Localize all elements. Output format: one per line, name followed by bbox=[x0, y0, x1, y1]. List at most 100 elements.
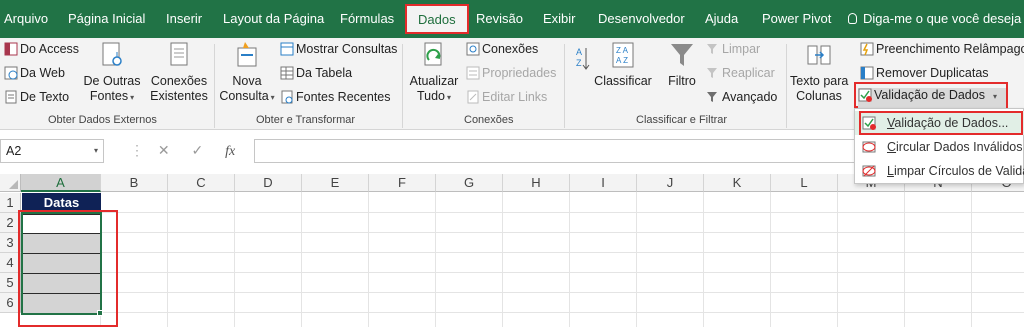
new-query-button[interactable]: Nova Consulta ▾ bbox=[218, 40, 276, 105]
column-header-j[interactable]: J bbox=[637, 174, 704, 192]
column-header-l[interactable]: L bbox=[771, 174, 838, 192]
flash-fill-button[interactable]: Preenchimento Relâmpago bbox=[860, 42, 1024, 56]
tell-me-box[interactable]: Diga-me o que você deseja bbox=[848, 0, 1021, 38]
clear-filter-button[interactable]: Limpar bbox=[706, 42, 760, 56]
advanced-filter-button[interactable]: Avançado bbox=[706, 90, 777, 104]
new-query-label-1: Nova bbox=[232, 74, 262, 88]
data-validation-label: Validação de Dados bbox=[874, 88, 985, 102]
grid-line-horizontal bbox=[21, 212, 1024, 213]
filter-funnel-icon bbox=[671, 44, 693, 66]
tab-ajuda[interactable]: Ajuda bbox=[705, 0, 738, 38]
data-validation-button[interactable]: Validação de Dados ▾ bbox=[858, 88, 1006, 108]
other-sources-icon bbox=[102, 42, 122, 66]
properties-button[interactable]: Propriedades bbox=[466, 66, 556, 80]
reapply-button[interactable]: Reaplicar bbox=[706, 66, 775, 80]
existing-connections-label-2: Existentes bbox=[150, 89, 208, 103]
group-divider bbox=[214, 44, 215, 128]
recent-sources-button[interactable]: Fontes Recentes bbox=[280, 90, 391, 104]
column-header-b[interactable]: B bbox=[101, 174, 168, 192]
menu-item-circle-invalid[interactable]: Circular Dados Inválidos bbox=[855, 135, 1024, 159]
fx-icon[interactable]: fx bbox=[225, 144, 235, 159]
edit-links-button[interactable]: Editar Links bbox=[466, 90, 547, 104]
menu-item-clear-circles[interactable]: Limpar Círculos de Validação bbox=[855, 159, 1024, 183]
filter-button[interactable]: Filtro bbox=[662, 40, 702, 89]
from-web-button[interactable]: Da Web bbox=[4, 66, 65, 80]
existing-connections-label-1: Conexões bbox=[150, 74, 208, 88]
clear-filter-label: Limpar bbox=[722, 42, 761, 56]
tab-pagina-inicial[interactable]: Página Inicial bbox=[68, 0, 145, 38]
existing-connections-button[interactable]: Conexões Existentes bbox=[148, 40, 210, 104]
select-all-corner[interactable] bbox=[0, 174, 21, 192]
table-icon bbox=[280, 66, 294, 80]
svg-text:A: A bbox=[576, 47, 582, 57]
reapply-label: Reaplicar bbox=[722, 66, 775, 80]
reapply-icon bbox=[707, 68, 717, 78]
other-sources-label-1: De Outras bbox=[83, 74, 141, 88]
name-box[interactable]: A2 ▾ bbox=[0, 139, 104, 163]
svg-text:Z A: Z A bbox=[616, 46, 629, 55]
new-query-icon bbox=[237, 42, 257, 67]
column-header-c[interactable]: C bbox=[168, 174, 235, 192]
tab-layout-da-pagina[interactable]: Layout da Página bbox=[223, 0, 324, 38]
group-divider bbox=[786, 44, 787, 128]
column-header-h[interactable]: H bbox=[503, 174, 570, 192]
menu-item-label: impar Círculos de Validação bbox=[893, 164, 1024, 178]
column-header-f[interactable]: F bbox=[369, 174, 436, 192]
advanced-filter-icon bbox=[707, 92, 717, 102]
remove-duplicates-icon bbox=[860, 66, 874, 80]
tab-formulas[interactable]: Fórmulas bbox=[340, 0, 394, 38]
column-header-g[interactable]: G bbox=[436, 174, 503, 192]
tab-desenvolvedor[interactable]: Desenvolvedor bbox=[598, 0, 685, 38]
new-query-label-2: Consulta bbox=[219, 89, 269, 103]
enter-check-icon[interactable]: ✓ bbox=[192, 142, 204, 158]
refresh-all-label-2: Tudo bbox=[416, 89, 445, 103]
from-table-button[interactable]: Da Tabela bbox=[280, 66, 352, 80]
tab-power-pivot[interactable]: Power Pivot bbox=[762, 0, 831, 38]
from-text-button[interactable]: De Texto bbox=[4, 90, 69, 104]
from-access-button[interactable]: Do Access bbox=[4, 42, 79, 56]
tab-inserir[interactable]: Inserir bbox=[166, 0, 202, 38]
clear-circles-icon bbox=[862, 165, 876, 177]
from-web-label: Da Web bbox=[20, 66, 65, 80]
properties-icon bbox=[466, 66, 480, 80]
recent-sources-label: Fontes Recentes bbox=[296, 90, 391, 104]
column-header-k[interactable]: K bbox=[704, 174, 771, 192]
column-header-a[interactable]: A bbox=[21, 174, 101, 192]
web-icon bbox=[4, 66, 18, 80]
column-header-e[interactable]: E bbox=[302, 174, 369, 192]
menu-item-highlight bbox=[859, 111, 1023, 135]
show-queries-button[interactable]: Mostrar Consultas bbox=[280, 42, 397, 56]
connections-button[interactable]: Conexões bbox=[466, 42, 538, 56]
column-header-d[interactable]: D bbox=[235, 174, 302, 192]
refresh-all-button[interactable]: Atualizar Tudo ▾ bbox=[406, 40, 462, 105]
column-header-i[interactable]: I bbox=[570, 174, 637, 192]
group-label-connections: Conexões bbox=[464, 114, 514, 126]
other-sources-button[interactable]: De Outras Fontes ▾ bbox=[80, 40, 144, 105]
clear-filter-icon bbox=[707, 44, 717, 54]
group-label-sort-filter: Classificar e Filtrar bbox=[636, 114, 728, 126]
flash-fill-label: Preenchimento Relâmpago bbox=[876, 42, 1024, 56]
flash-fill-icon bbox=[860, 42, 874, 56]
tab-arquivo[interactable]: Arquivo bbox=[4, 0, 48, 38]
text-to-columns-button[interactable]: Texto para Colunas bbox=[790, 40, 848, 104]
sort-az-button[interactable]: AZ bbox=[574, 44, 590, 77]
connections-label: Conexões bbox=[482, 42, 539, 56]
chevron-down-icon: ▾ bbox=[130, 93, 135, 102]
grid-line-horizontal bbox=[21, 312, 1024, 313]
text-to-columns-icon bbox=[807, 45, 831, 65]
tab-dados[interactable]: Dados bbox=[405, 4, 469, 34]
cancel-icon[interactable]: ✕ bbox=[158, 142, 170, 158]
text-to-columns-label-1: Texto para bbox=[790, 74, 849, 88]
sort-button[interactable]: Z AA Z Classificar bbox=[594, 40, 652, 89]
data-validation-icon bbox=[858, 88, 872, 102]
worksheet-grid: ABCDEFGHIJKLMNO 123456 Datas bbox=[0, 168, 1024, 327]
remove-duplicates-button[interactable]: Remover Duplicatas bbox=[860, 66, 989, 80]
tab-revisao[interactable]: Revisão bbox=[476, 0, 523, 38]
menu-item-mnemonic: L bbox=[887, 164, 894, 178]
sort-label: Classificar bbox=[594, 74, 652, 88]
tab-exibir[interactable]: Exibir bbox=[543, 0, 576, 38]
menu-bar: Arquivo Página Inicial Inserir Layout da… bbox=[0, 0, 1024, 38]
edit-links-icon bbox=[467, 90, 479, 104]
refresh-all-label-1: Atualizar bbox=[409, 74, 459, 88]
svg-text:A Z: A Z bbox=[616, 56, 628, 65]
